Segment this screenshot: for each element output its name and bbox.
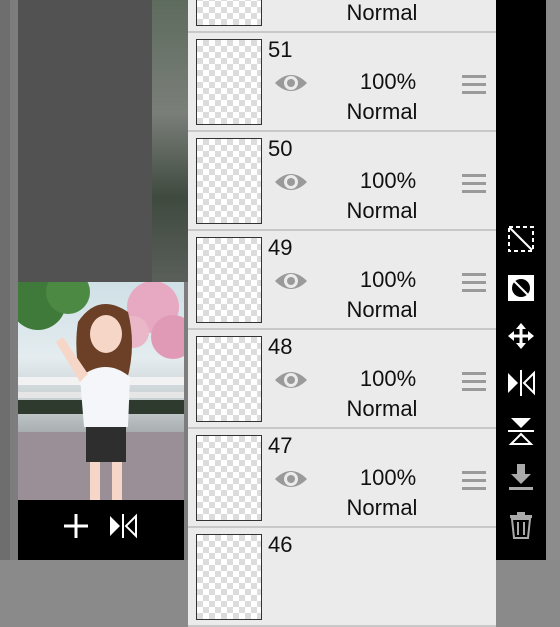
layer-panel: Normal 51 100% Normal 50 100% Normal 49 … [188,0,496,627]
opacity-value[interactable]: 100% [358,366,418,392]
layer-thumbnail[interactable] [196,534,262,620]
canvas-preview[interactable] [18,282,184,500]
eye-icon[interactable] [274,465,308,493]
layer-row[interactable]: 46 [188,528,496,627]
right-edge [546,0,560,560]
drag-handle-icon[interactable] [462,75,486,95]
layer-number: 48 [268,334,293,359]
layer-number: 46 [268,532,293,557]
layer-row[interactable]: Normal [188,0,496,33]
layer-thumbnail[interactable] [196,435,262,521]
eye-icon[interactable] [274,366,308,394]
layer-thumbnail[interactable] [196,39,262,125]
drag-handle-icon[interactable] [462,471,486,491]
layer-row[interactable]: 49 100% Normal [188,231,496,330]
flip-horizontal-icon[interactable] [108,512,138,544]
eye-icon[interactable] [274,267,308,295]
plus-icon[interactable] [62,512,90,544]
layer-row[interactable]: 47 100% Normal [188,429,496,528]
flip-horizontal-icon[interactable] [506,368,536,398]
layer-row[interactable]: 50 100% Normal [188,132,496,231]
blend-mode[interactable]: Normal [338,495,426,521]
blend-mode[interactable]: Normal [338,297,426,323]
drag-handle-icon[interactable] [462,273,486,293]
layer-thumbnail[interactable] [196,237,262,323]
eye-icon[interactable] [274,168,308,196]
layer-number: 50 [268,136,293,161]
layer-number: 49 [268,235,293,260]
eye-icon[interactable] [274,69,308,97]
blend-mode[interactable]: Normal [338,396,426,422]
opacity-value[interactable]: 100% [358,465,418,491]
opacity-value[interactable]: 100% [358,267,418,293]
drag-handle-icon[interactable] [462,372,486,392]
layer-number: 47 [268,433,293,458]
blend-mode[interactable]: Normal [338,99,426,125]
selection-clear-icon[interactable] [506,224,536,254]
merge-down-icon[interactable] [506,462,536,492]
blend-mode[interactable]: Normal [338,0,426,26]
opacity-value[interactable]: 100% [358,168,418,194]
drag-handle-icon[interactable] [462,174,486,194]
preview-illustration [18,282,184,500]
opacity-value[interactable]: 100% [358,69,418,95]
flip-vertical-icon[interactable] [506,416,536,446]
preview-toolbar [18,500,184,560]
layer-thumbnail[interactable] [196,336,262,422]
right-toolbar [496,0,546,560]
canvas-dark-region [18,0,152,282]
layer-number: 51 [268,37,293,62]
layer-row[interactable]: 48 100% Normal [188,330,496,429]
left-edge [0,0,10,560]
layer-row[interactable]: 51 100% Normal [188,33,496,132]
blend-mode[interactable]: Normal [338,198,426,224]
layer-thumbnail[interactable] [196,0,262,26]
trash-icon[interactable] [506,510,536,540]
canvas-scene-edge [152,0,188,282]
layer-thumbnail[interactable] [196,138,262,224]
selection-invert-icon[interactable] [506,273,536,303]
move-icon[interactable] [506,321,536,351]
